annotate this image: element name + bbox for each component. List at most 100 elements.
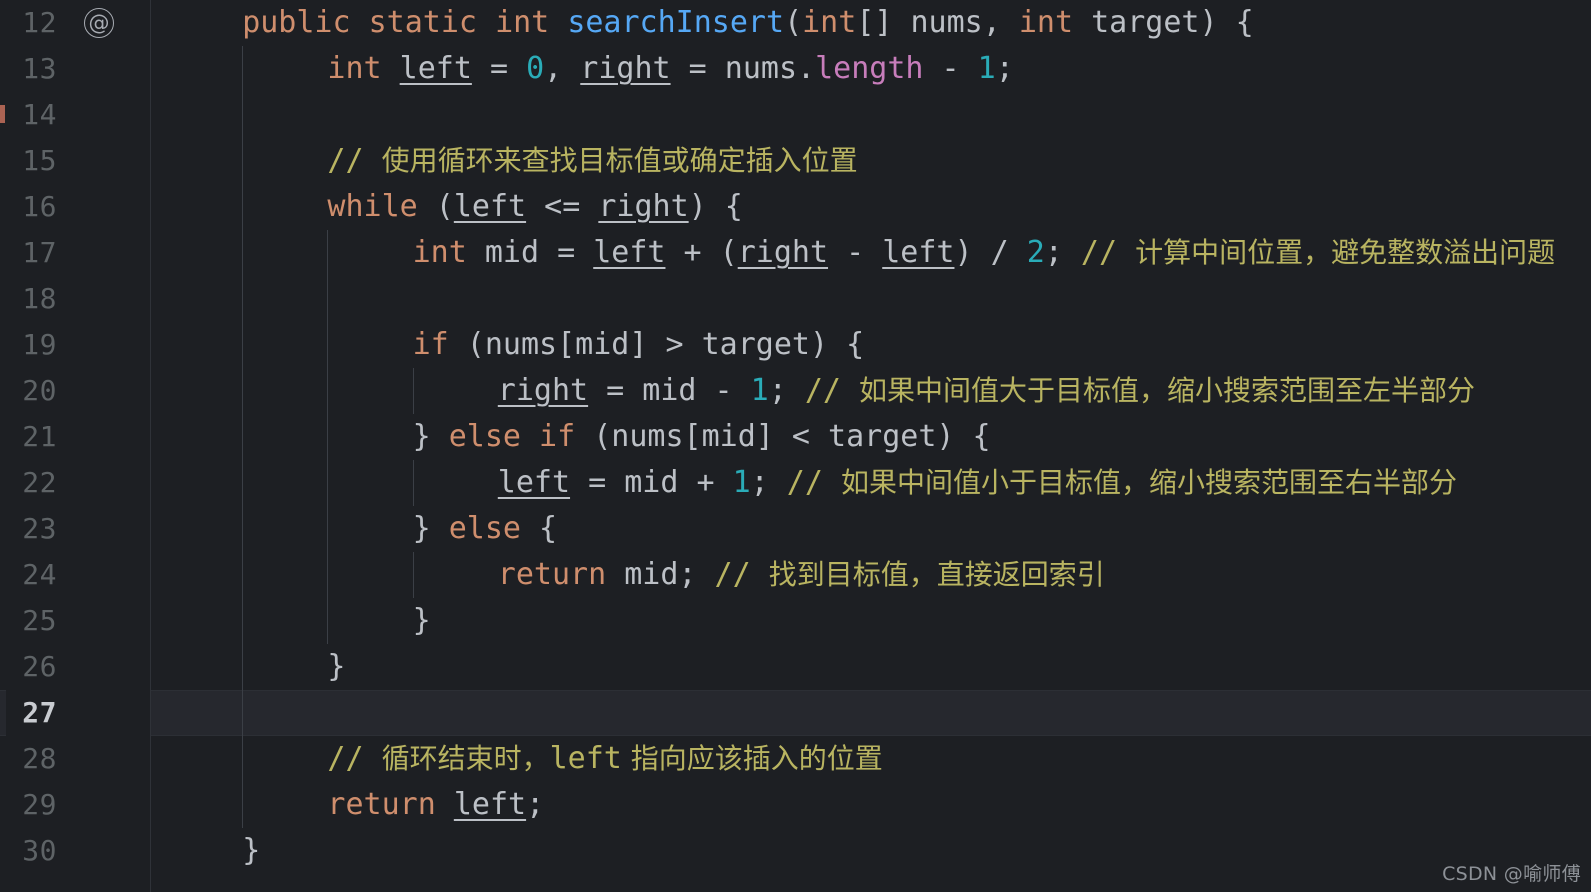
editor-gutter[interactable]: 12 13 14 15 16 17 18 19 20 21 22 23 24 25 26 27 28 29 30 @ — [6, 0, 151, 892]
code-line[interactable]: // 使用循环来查找目标值或确定插入位置 — [327, 138, 857, 184]
code-token-var: right — [497, 373, 589, 408]
code-line[interactable]: return left; — [327, 782, 544, 828]
current-line-highlight — [151, 690, 1591, 736]
code-token-var: left — [882, 235, 955, 270]
code-token-plain: } — [242, 833, 261, 868]
code-line[interactable]: while (left <= right) { — [327, 184, 742, 230]
code-token-cmt-cn: 指向应该插入的位置 — [621, 742, 883, 775]
code-token-kw: int — [327, 51, 382, 86]
code-line[interactable]: } else if (nums[mid] < target) { — [413, 414, 991, 460]
code-token-plain: { — [520, 511, 558, 546]
code-token-kw: return — [327, 787, 436, 822]
line-number[interactable]: 30 — [0, 828, 57, 874]
code-line[interactable]: } else { — [413, 506, 558, 552]
code-token-cmt-cn: 使用循环来查找目标值或确定插入位置 — [381, 144, 858, 177]
code-line[interactable]: int mid = left + (right - left) / 2; // … — [413, 230, 1556, 276]
code-token-fn: searchInsert — [567, 5, 785, 40]
line-number[interactable]: 12 — [0, 0, 57, 46]
code-token-kw: while — [327, 189, 418, 224]
override-annotation-icon[interactable]: @ — [84, 8, 114, 38]
line-number[interactable]: 24 — [0, 552, 57, 598]
indent-guide — [242, 46, 244, 828]
code-token-cmt-cn: 找到目标值，直接返回索引 — [768, 558, 1105, 591]
code-editor-window: 12 13 14 15 16 17 18 19 20 21 22 23 24 25 26 27 28 29 30 @ … — [0, 0, 1591, 892]
code-token-plain: = — [471, 51, 527, 86]
code-token-num: 0 — [526, 51, 545, 86]
code-line[interactable]: public static int searchInsert(int[] num… — [242, 0, 1254, 46]
code-token-plain: = mid - — [588, 373, 751, 408]
code-token-plain: } — [412, 603, 431, 638]
code-token-plain: mid; — [606, 557, 715, 592]
code-token-plain: , — [544, 51, 581, 86]
code-line[interactable]: int left = 0, right = nums.length - 1; — [327, 46, 1013, 92]
code-token-plain: - — [828, 235, 883, 270]
code-token-cmt-cn: 如果中间值大于目标值，缩小搜索范围至左半部分 — [859, 374, 1476, 407]
code-token-plain: ( — [784, 5, 803, 40]
code-line[interactable]: return mid; // 找到目标值，直接返回索引 — [498, 552, 1105, 598]
line-number[interactable]: 13 — [0, 46, 57, 92]
code-token-plain: = mid + — [570, 465, 733, 500]
line-number[interactable]: 14 — [0, 92, 57, 138]
code-token-cmt: // — [786, 465, 841, 500]
code-token-plain: } — [327, 649, 346, 684]
line-number[interactable]: 21 — [0, 414, 57, 460]
code-token-num: 1 — [977, 51, 996, 86]
code-token-kw: if — [412, 327, 449, 362]
code-token-kw: else — [448, 511, 521, 546]
code-token-fld: length — [815, 51, 924, 86]
line-number[interactable]: 23 — [0, 506, 57, 552]
line-number[interactable]: 29 — [0, 782, 57, 828]
code-token-kw: else — [448, 419, 521, 454]
code-token-plain: (nums[mid] < target) { — [575, 419, 991, 454]
code-line[interactable]: } — [413, 598, 431, 644]
code-token-kw: int — [495, 5, 550, 40]
code-line[interactable]: } — [327, 644, 345, 690]
code-token-plain: ; — [750, 465, 787, 500]
code-token-cmt-cn: 计算中间位置，避免整数溢出问题 — [1135, 236, 1556, 269]
line-number[interactable]: 19 — [0, 322, 57, 368]
code-token-plain: ; — [995, 51, 1014, 86]
code-token-plain: ; — [526, 787, 545, 822]
line-number[interactable]: 26 — [0, 644, 57, 690]
line-number[interactable]: 18 — [0, 276, 57, 322]
code-token-plain: } — [412, 511, 449, 546]
code-token-plain: ( — [417, 189, 454, 224]
line-number[interactable]: 15 — [0, 138, 57, 184]
watermark: CSDN @喻师傅 — [1442, 863, 1581, 885]
code-token-var: right — [598, 189, 689, 224]
indent-guide — [412, 460, 414, 506]
code-token-var: left — [453, 787, 527, 822]
code-token-plain: ; — [1044, 235, 1081, 270]
code-line[interactable]: // 循环结束时，left 指向应该插入的位置 — [327, 736, 882, 782]
code-line[interactable]: } — [242, 828, 260, 874]
line-number[interactable]: 27 — [0, 690, 57, 736]
line-number[interactable]: 25 — [0, 598, 57, 644]
editor-text-area[interactable]: public static int searchInsert(int[] num… — [151, 0, 1591, 892]
code-token-plain: - — [923, 51, 978, 86]
line-number[interactable]: 28 — [0, 736, 57, 782]
code-line[interactable]: if (nums[mid] > target) { — [413, 322, 865, 368]
code-line[interactable]: right = mid - 1; // 如果中间值大于目标值，缩小搜索范围至左半… — [498, 368, 1475, 414]
code-token-plain: target) { — [1073, 5, 1254, 40]
code-token-plain: (nums[mid] > target) { — [448, 327, 865, 362]
code-token-var: left — [497, 465, 571, 500]
line-number[interactable]: 22 — [0, 460, 57, 506]
code-token-cmt: // — [327, 741, 382, 776]
code-token-plain: ) { — [688, 189, 743, 224]
line-number[interactable]: 16 — [0, 184, 57, 230]
code-token-cmt: // — [714, 557, 769, 592]
code-token-kw: int — [1018, 5, 1074, 40]
code-token-kw: if — [539, 419, 576, 454]
line-number[interactable]: 17 — [0, 230, 57, 276]
code-token-cmt-cn: 如果中间值小于目标值，缩小搜索范围至右半部分 — [840, 466, 1457, 499]
indent-guide — [327, 230, 329, 644]
line-number[interactable]: 20 — [0, 368, 57, 414]
code-token-var: left — [593, 235, 666, 270]
code-token-plain: = nums. — [670, 51, 816, 86]
code-line[interactable]: left = mid + 1; // 如果中间值小于目标值，缩小搜索范围至右半部… — [498, 460, 1457, 506]
code-token-plain: ; — [768, 373, 805, 408]
